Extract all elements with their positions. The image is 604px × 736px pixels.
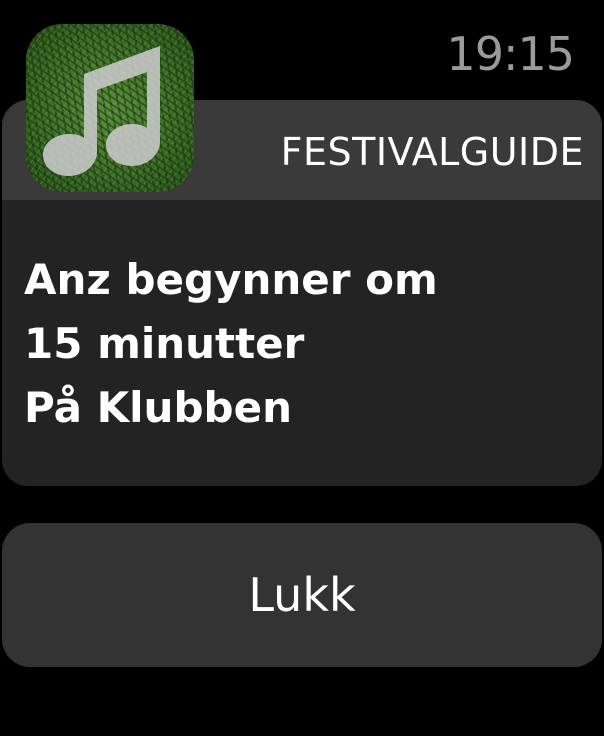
- notification-body: Anz begynner om 15 minutter På Klubben: [24, 248, 584, 440]
- notification-line-title: Anz begynner om: [24, 255, 438, 304]
- app-name: FESTIVALGUIDE: [280, 130, 584, 174]
- music-note-icon: [43, 46, 160, 176]
- notification-line-time: 15 minutter: [24, 319, 305, 368]
- app-icon: [26, 24, 194, 192]
- notification-line-location: På Klubben: [24, 383, 292, 432]
- close-button[interactable]: Lukk: [2, 523, 602, 667]
- status-time: 19:15: [446, 27, 575, 81]
- watch-screen: 19:15 FESTIVALGUIDE Anz begynner om 15 m…: [0, 0, 604, 736]
